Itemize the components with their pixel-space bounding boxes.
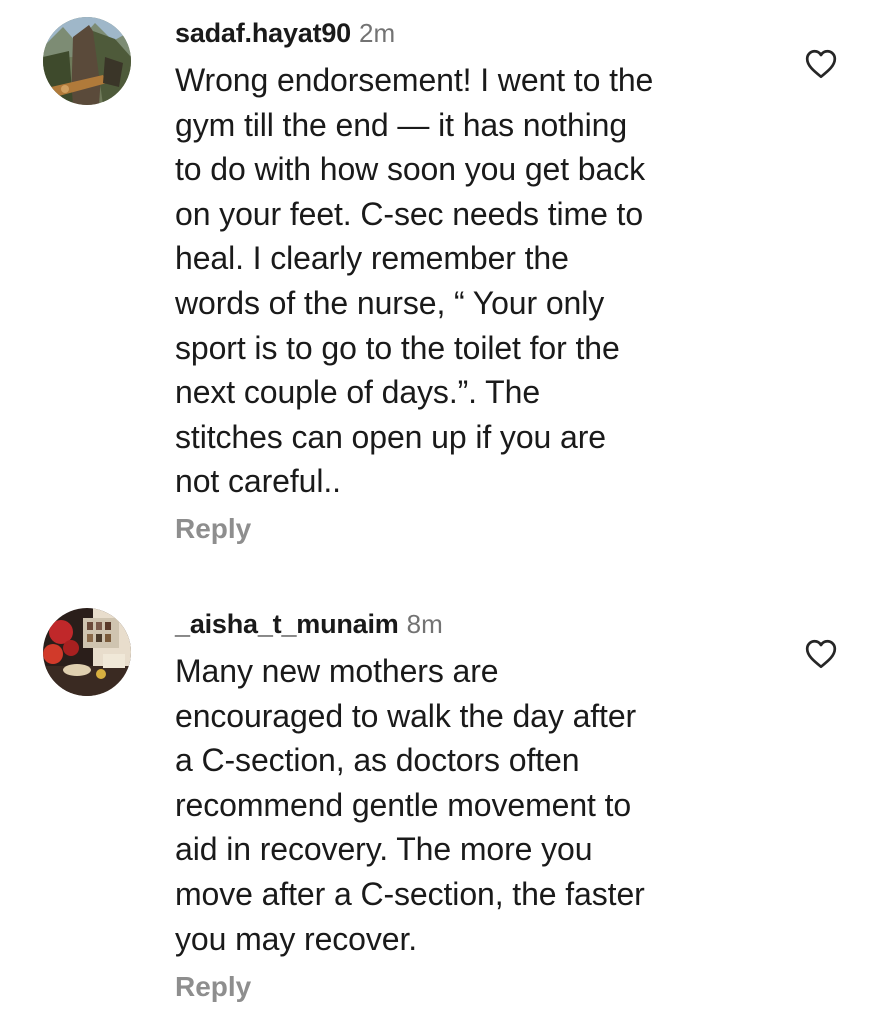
username[interactable]: _aisha_t_munaim [175,609,399,639]
comment: sadaf.hayat90 2m Wrong endorsement! I wen… [0,0,889,570]
avatar[interactable] [43,608,131,696]
reply-button[interactable]: Reply [175,970,251,1004]
comment: _aisha_t_munaim 8m Many new mothers are e… [0,590,889,1024]
avatar[interactable] [43,17,131,105]
comment-text: Many new mothers are encouraged to walk … [175,653,645,957]
timestamp: 8m [406,609,443,639]
avatar-image [43,17,131,105]
comment-meta: _aisha_t_munaim 8m [175,607,443,641]
timestamp: 2m [359,18,396,48]
reply-button[interactable]: Reply [175,512,251,546]
avatar-image [43,608,131,696]
heart-outline-icon[interactable] [802,636,840,672]
heart-outline-icon[interactable] [802,46,840,82]
comment-meta: sadaf.hayat90 2m [175,16,395,50]
comment-text: Wrong endorsement! I went to the gym til… [175,62,654,500]
username[interactable]: sadaf.hayat90 [175,18,351,48]
